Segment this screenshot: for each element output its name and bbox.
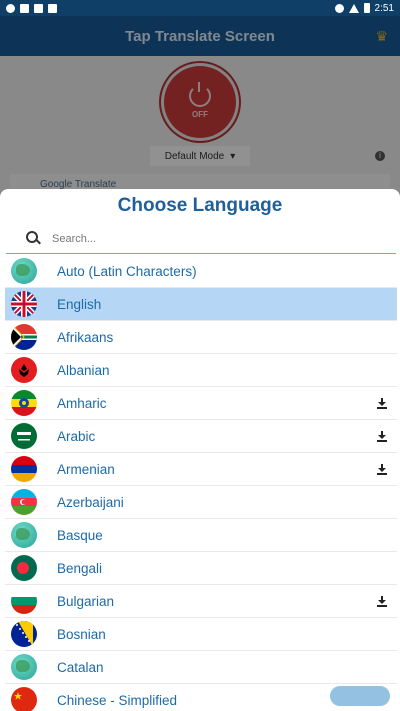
font-icon: [48, 3, 57, 13]
language-name: Amharic: [57, 395, 107, 411]
clock: 2:51: [374, 2, 394, 14]
search-icon: [26, 231, 38, 243]
download-icon[interactable]: [377, 464, 387, 475]
language-name: Bosnian: [57, 626, 106, 642]
language-row[interactable]: Afrikaans: [5, 321, 397, 354]
globe-icon: [11, 258, 37, 284]
watermark-logo: [330, 686, 390, 706]
status-bar: 2:51: [0, 0, 400, 16]
search-input[interactable]: [52, 229, 382, 249]
flag-icon: [11, 489, 37, 515]
language-row[interactable]: Azerbaijani: [5, 486, 397, 519]
sheet-title: Choose Language: [117, 195, 283, 216]
wifi-icon: [334, 3, 344, 13]
language-name: Afrikaans: [57, 329, 114, 345]
gallery-icon: [34, 3, 43, 13]
flag-icon: [11, 324, 37, 350]
download-icon[interactable]: [377, 398, 387, 409]
language-name: Armenian: [57, 461, 115, 477]
search-row: [0, 225, 400, 253]
shield-icon: [6, 3, 15, 13]
language-picker-sheet: Choose Language Auto (Latin Characters) E…: [0, 189, 400, 711]
language-row[interactable]: Basque: [5, 519, 397, 552]
language-name: Basque: [57, 527, 103, 543]
language-row[interactable]: Albanian: [5, 354, 397, 387]
flag-icon: [11, 621, 37, 647]
flag-icon: [11, 588, 37, 614]
language-row[interactable]: Arabic: [5, 420, 397, 453]
language-row[interactable]: Bosnian: [5, 618, 397, 651]
flag-icon: [11, 687, 37, 711]
flag-icon: [11, 456, 37, 482]
language-row[interactable]: Armenian: [5, 453, 397, 486]
flag-icon: [11, 390, 37, 416]
language-row[interactable]: Amharic: [5, 387, 397, 420]
download-icon[interactable]: [377, 596, 387, 607]
flag-icon: [11, 555, 37, 581]
language-row[interactable]: Bulgarian: [5, 585, 397, 618]
flag-icon: [11, 357, 37, 383]
language-name: Bengali: [57, 560, 103, 576]
globe-icon: [11, 654, 37, 680]
flag-icon: [11, 291, 37, 317]
language-name: Catalan: [57, 659, 104, 675]
language-name: Azerbaijani: [57, 494, 124, 510]
language-name: English: [57, 296, 102, 312]
image-icon: [20, 3, 29, 13]
language-row[interactable]: English: [5, 288, 397, 321]
language-row[interactable]: Catalan: [5, 651, 397, 684]
globe-icon: [11, 522, 37, 548]
download-icon[interactable]: [377, 431, 387, 442]
flag-icon: [11, 423, 37, 449]
language-row[interactable]: Auto (Latin Characters): [5, 255, 397, 288]
battery-icon: [363, 3, 370, 13]
signal-icon: [348, 3, 359, 13]
language-name: Bulgarian: [57, 593, 115, 609]
language-name: Albanian: [57, 362, 110, 378]
language-name: Auto (Latin Characters): [57, 263, 197, 279]
language-name: Chinese - Simplified: [57, 692, 178, 708]
language-list[interactable]: Auto (Latin Characters) English Afrikaans A…: [5, 255, 397, 711]
search-underline: [6, 253, 396, 254]
language-name: Arabic: [57, 428, 96, 444]
language-row[interactable]: Bengali: [5, 552, 397, 585]
